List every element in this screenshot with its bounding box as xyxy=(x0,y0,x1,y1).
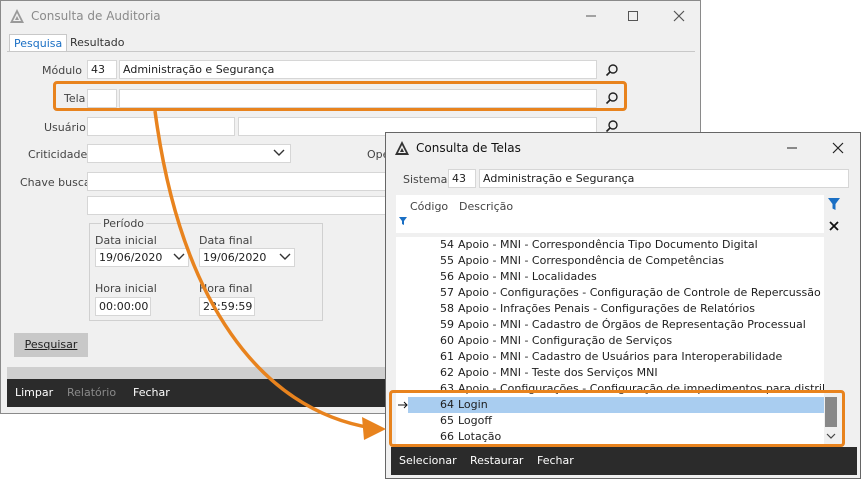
telas-title: Consulta de Telas xyxy=(416,141,521,155)
chevron-down-icon xyxy=(273,149,285,156)
fechar-button[interactable]: Fechar xyxy=(133,386,170,399)
row-description: Apoio - Infrações Penais - Configurações… xyxy=(458,302,755,315)
tela-highlight-box xyxy=(53,81,627,111)
selection-highlight-box xyxy=(389,390,845,447)
chave-busca-label: Chave busca xyxy=(20,176,91,189)
filter-icon[interactable] xyxy=(827,197,841,211)
list-item[interactable]: 59 Apoio - MNI - Cadastro de Órgãos de Re… xyxy=(408,317,824,333)
row-code: 60 xyxy=(440,334,454,347)
row-description: Apoio - MNI - Correspondência de Competê… xyxy=(458,254,724,267)
list-item[interactable]: 57 Apoio - Configurações - Configuração d… xyxy=(408,285,824,301)
app-logo-icon xyxy=(10,9,24,23)
modulo-label: Módulo xyxy=(42,64,82,77)
row-description: Apoio - MNI - Correspondência Tipo Docum… xyxy=(458,238,758,251)
row-code: 56 xyxy=(440,270,454,283)
list-item[interactable]: 61 Apoio - MNI - Cadastro de Usuários par… xyxy=(408,349,824,365)
row-description: Apoio - Configurações - Configuração de … xyxy=(458,286,824,299)
clear-filter-icon[interactable] xyxy=(829,221,839,231)
list-item[interactable]: 54 Apoio - MNI - Correspondência Tipo Doc… xyxy=(408,237,824,253)
sistema-label: Sistema xyxy=(403,173,448,186)
data-inicial-label: Data inicial xyxy=(95,234,157,247)
data-final-label: Data final xyxy=(199,234,253,247)
periodo-label: Período xyxy=(101,217,147,230)
sistema-desc-field[interactable]: Administração e Segurança xyxy=(479,169,849,188)
auditoria-title: Consulta de Auditoria xyxy=(31,9,161,23)
chave-busca-field-1[interactable] xyxy=(87,172,387,191)
maximize-icon xyxy=(628,11,638,21)
fechar-telas-button[interactable]: Fechar xyxy=(537,454,574,467)
list-item[interactable]: 58 Apoio - Infrações Penais - Configuraçõ… xyxy=(408,301,824,317)
maximize-button[interactable] xyxy=(613,1,653,31)
list-item[interactable]: 56 Apoio - MNI - Localidades xyxy=(408,269,824,285)
hora-final-field[interactable]: 23:59:59 xyxy=(199,297,255,316)
row-code: 57 xyxy=(440,286,454,299)
row-description: Apoio - MNI - Teste dos Serviços MNI xyxy=(458,366,658,379)
search-icon[interactable] xyxy=(605,63,619,77)
col-codigo-header[interactable]: Código xyxy=(410,200,448,213)
row-code: 61 xyxy=(440,350,454,363)
modulo-code-field[interactable]: 43 xyxy=(87,60,117,79)
app-logo-icon xyxy=(395,141,409,155)
hora-inicial-label: Hora inicial xyxy=(95,282,157,295)
filter-icon[interactable] xyxy=(399,217,407,225)
selecionar-button[interactable]: Selecionar xyxy=(399,454,457,467)
sistema-code-field[interactable]: 43 xyxy=(448,169,476,188)
restaurar-button[interactable]: Restaurar xyxy=(470,454,523,467)
criticidade-select[interactable] xyxy=(87,144,291,163)
row-description: Apoio - MNI - Configuração de Serviços xyxy=(458,334,673,347)
minimize-icon xyxy=(586,15,596,17)
chevron-down-icon[interactable] xyxy=(279,253,291,261)
relatorio-button[interactable]: Relatório xyxy=(67,386,116,399)
row-description: Apoio - MNI - Cadastro de Órgãos de Repr… xyxy=(458,318,806,331)
row-code: 62 xyxy=(440,366,454,379)
close-button[interactable] xyxy=(659,1,699,31)
close-button[interactable] xyxy=(818,133,858,163)
list-item[interactable]: 62 Apoio - MNI - Teste dos Serviços MNI xyxy=(408,365,824,381)
list-item[interactable]: 55 Apoio - MNI - Correspondência de Compe… xyxy=(408,253,824,269)
tab-resultado[interactable]: Resultado xyxy=(66,34,128,51)
row-code: 59 xyxy=(440,318,454,331)
row-description: Apoio - MNI - Cadastro de Usuários para … xyxy=(458,350,783,363)
search-icon[interactable] xyxy=(605,119,619,133)
hora-final-label: Hora final xyxy=(199,282,253,295)
criticidade-label: Criticidade xyxy=(28,148,88,161)
tab-pesquisa[interactable]: Pesquisa xyxy=(9,34,68,52)
minimize-button[interactable] xyxy=(571,1,611,31)
list-item[interactable]: 60 Apoio - MNI - Configuração de Serviços xyxy=(408,333,824,349)
row-code: 58 xyxy=(440,302,454,315)
col-descricao-header[interactable]: Descrição xyxy=(459,200,513,213)
limpar-button[interactable]: Limpar xyxy=(15,386,53,399)
close-icon xyxy=(673,10,685,22)
close-icon xyxy=(832,142,844,154)
usuario-code-field[interactable] xyxy=(87,117,235,136)
minimize-icon xyxy=(787,147,797,149)
row-code: 54 xyxy=(440,238,454,251)
usuario-label: Usuário xyxy=(44,121,86,134)
row-code: 55 xyxy=(440,254,454,267)
chave-busca-field-2[interactable] xyxy=(87,196,387,215)
minimize-button[interactable] xyxy=(772,133,812,163)
hora-inicial-field[interactable]: 00:00:00 xyxy=(95,297,151,316)
modulo-desc-field[interactable]: Administração e Segurança xyxy=(119,60,597,79)
row-description: Apoio - MNI - Localidades xyxy=(458,270,597,283)
pesquisar-button[interactable]: Pesquisar xyxy=(14,333,88,357)
chevron-down-icon[interactable] xyxy=(173,253,185,261)
telas-bottom-bar: Selecionar Restaurar Fechar xyxy=(391,447,857,475)
